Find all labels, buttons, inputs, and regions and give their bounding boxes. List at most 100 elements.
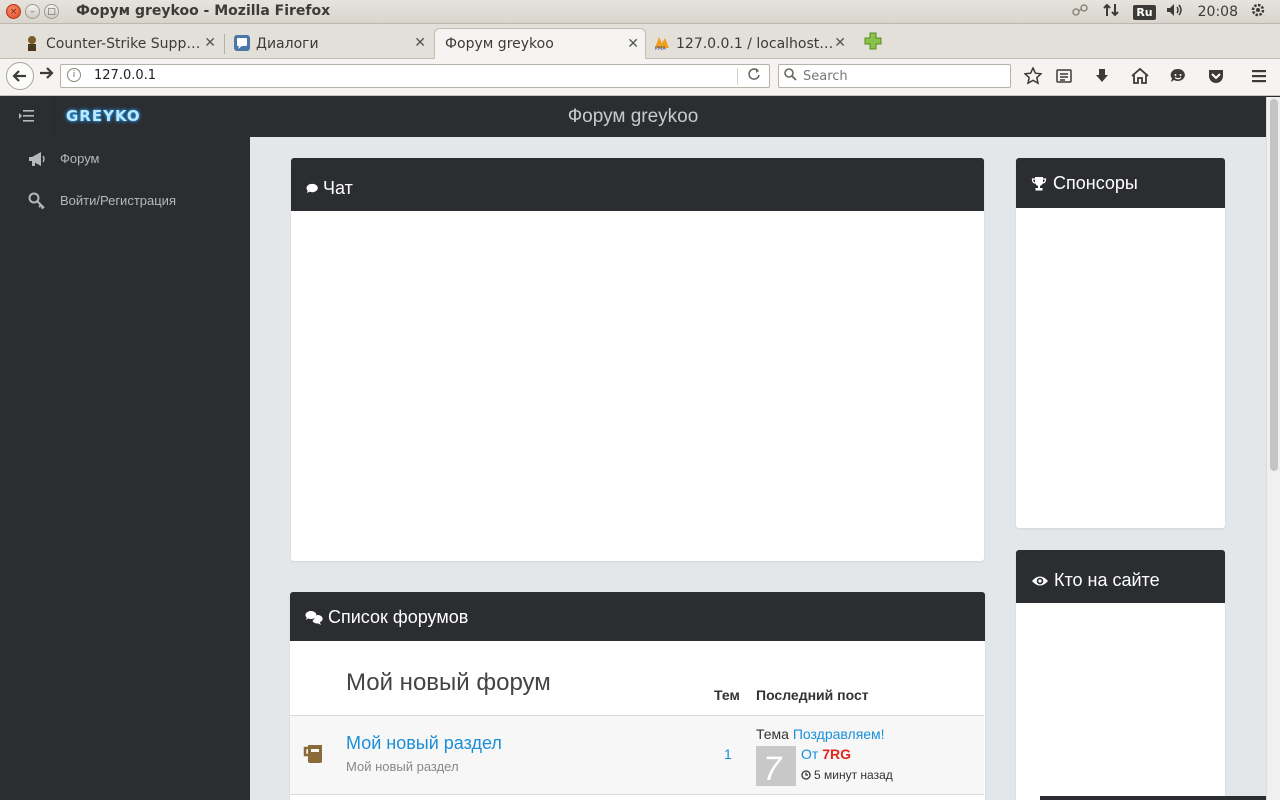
last-post-from-prefix: От <box>801 746 819 762</box>
eye-icon <box>1032 576 1048 585</box>
forum-row: Мой новый раздел Мой новый раздел 1 Тема… <box>290 715 984 795</box>
sidebar-item-label: Форум <box>60 151 100 166</box>
tab-label: Диалоги <box>256 35 319 52</box>
tab-close-icon[interactable]: ✕ <box>627 36 639 52</box>
clock-icon <box>801 770 811 780</box>
back-button[interactable] <box>6 62 34 90</box>
search-bar[interactable]: Search <box>778 64 1011 88</box>
sidebar-item-login[interactable]: Войти/Регистрация <box>0 181 250 221</box>
sidebar-item-forum[interactable]: Форум <box>0 139 250 179</box>
avatar[interactable]: 7 <box>756 746 796 788</box>
forum-list-panel: Список форумов Мой новый форум Тем После… <box>290 592 985 800</box>
tab-label: Форум greykoo <box>445 36 554 52</box>
tab-counter-strike[interactable]: Counter-Strike Supp… ✕ <box>22 28 222 59</box>
page-header: Форум greykoo <box>250 97 1266 137</box>
pma-favicon: PMA <box>655 37 669 51</box>
last-post-author: От 7RG <box>801 746 851 762</box>
pocket-icon[interactable] <box>1206 67 1226 87</box>
online-panel: Кто на сайте <box>1016 550 1225 800</box>
sponsors-title-text: Спонсоры <box>1053 173 1138 193</box>
tab-close-icon[interactable]: ✕ <box>204 35 216 51</box>
trophy-icon <box>1031 176 1047 190</box>
vk-favicon <box>234 35 250 51</box>
url-bar[interactable]: i 127.0.0.1 <box>60 64 770 88</box>
forward-arrow-icon <box>40 67 54 79</box>
forum-section-description: Мой новый раздел <box>346 759 459 774</box>
tab-close-icon[interactable]: ✕ <box>834 35 846 51</box>
sponsors-panel-header: Спонсоры <box>1016 158 1225 208</box>
tab-close-icon[interactable]: ✕ <box>414 35 426 51</box>
steam-tray-icon[interactable] <box>1071 3 1089 21</box>
last-post-time: 5 минут назад <box>801 768 893 782</box>
last-post-username[interactable]: 7RG <box>822 746 851 762</box>
window-minimize-button[interactable]: – <box>25 4 40 19</box>
sidebar: GREYKO Форум Войти/Регистрация <box>0 97 250 800</box>
site-info-icon[interactable]: i <box>67 68 81 82</box>
forum-section-link[interactable]: Мой новый раздел <box>346 733 502 754</box>
last-post-theme-link[interactable]: Поздравляем! <box>793 726 885 742</box>
tab-label: Counter-Strike Supp… <box>46 35 201 52</box>
tab-dialogs[interactable]: Диалоги ✕ <box>232 28 432 59</box>
scrollbar-thumb[interactable] <box>1270 99 1278 471</box>
topics-count[interactable]: 1 <box>724 746 732 762</box>
sidebar-toggle-icon[interactable] <box>19 109 35 123</box>
chat-panel-header: Чат <box>291 158 984 211</box>
forum-list-header: Список форумов <box>290 592 985 641</box>
window-close-button[interactable]: × <box>6 4 21 19</box>
menu-hamburger-icon[interactable] <box>1249 67 1269 87</box>
home-icon[interactable] <box>1130 67 1150 87</box>
comments-icon <box>305 610 323 625</box>
bookmark-star-icon[interactable] <box>1023 66 1043 87</box>
online-panel-header: Кто на сайте <box>1016 550 1225 603</box>
svg-text:PMA: PMA <box>655 46 666 51</box>
reading-list-icon[interactable] <box>1054 67 1074 87</box>
tab-forum-greykoo[interactable]: Форум greykoo ✕ <box>434 28 646 59</box>
search-placeholder: Search <box>803 69 848 84</box>
brand-logo[interactable]: GREYKO <box>66 107 141 125</box>
page-title: Форум greykoo <box>567 106 699 127</box>
sidebar-item-label: Войти/Регистрация <box>60 193 176 208</box>
keyboard-layout-indicator[interactable]: Ru <box>1133 4 1156 20</box>
search-icon <box>784 68 797 81</box>
sponsors-panel: Спонсоры <box>1016 158 1225 528</box>
page-scrollbar[interactable] <box>1266 97 1280 800</box>
web-page: GREYKO Форум Войти/Регистрация Форум gre… <box>0 97 1280 800</box>
svg-text:7: 7 <box>760 750 786 786</box>
comment-icon <box>306 183 318 194</box>
download-icon[interactable] <box>1092 67 1112 87</box>
bottom-edge-bar <box>1040 796 1266 800</box>
system-tray: Ru 20:08 <box>1071 0 1280 24</box>
last-post-theme: Тема Поздравляем! <box>756 726 885 742</box>
tab-phpmyadmin[interactable]: PMA 127.0.0.1 / localhost… ✕ <box>652 28 852 59</box>
volume-icon[interactable] <box>1166 2 1184 22</box>
last-post-column-header: Последний пост <box>756 687 869 703</box>
sponsors-panel-title: Спонсоры <box>1031 173 1138 194</box>
forum-group-title[interactable]: Мой новый форум <box>346 669 551 697</box>
chat-panel-title: Чат <box>306 178 353 199</box>
forum-mug-icon <box>303 745 322 763</box>
network-arrows-icon[interactable] <box>1103 2 1120 22</box>
cs-favicon <box>28 36 36 51</box>
tab-strip: Counter-Strike Supp… ✕ Диалоги ✕ Форум g… <box>0 24 1280 59</box>
navigation-toolbar: i 127.0.0.1 Search <box>0 59 1280 96</box>
key-icon <box>28 192 45 210</box>
last-post-time-text: 5 минут назад <box>814 768 893 782</box>
topics-column-header: Тем <box>714 687 740 703</box>
hello-chat-icon[interactable] <box>1168 67 1188 87</box>
forward-button[interactable] <box>38 65 54 85</box>
chat-panel: Чат <box>291 158 984 561</box>
back-arrow-icon <box>12 70 26 82</box>
online-title-text: Кто на сайте <box>1054 570 1160 590</box>
megaphone-icon <box>29 152 45 166</box>
forum-list-title-text: Список форумов <box>328 607 469 627</box>
new-tab-plus-icon[interactable] <box>864 32 882 50</box>
url-divider <box>737 68 738 85</box>
last-post-theme-prefix: Тема <box>756 726 789 742</box>
sidebar-header-divider <box>54 97 55 137</box>
url-text[interactable]: 127.0.0.1 <box>94 68 156 83</box>
window-maximize-button[interactable]: □ <box>44 4 59 19</box>
reload-icon[interactable] <box>747 67 761 85</box>
tab-label: 127.0.0.1 / localhost… <box>676 35 834 52</box>
power-gear-icon[interactable] <box>1250 2 1266 22</box>
clock[interactable]: 20:08 <box>1198 4 1238 20</box>
